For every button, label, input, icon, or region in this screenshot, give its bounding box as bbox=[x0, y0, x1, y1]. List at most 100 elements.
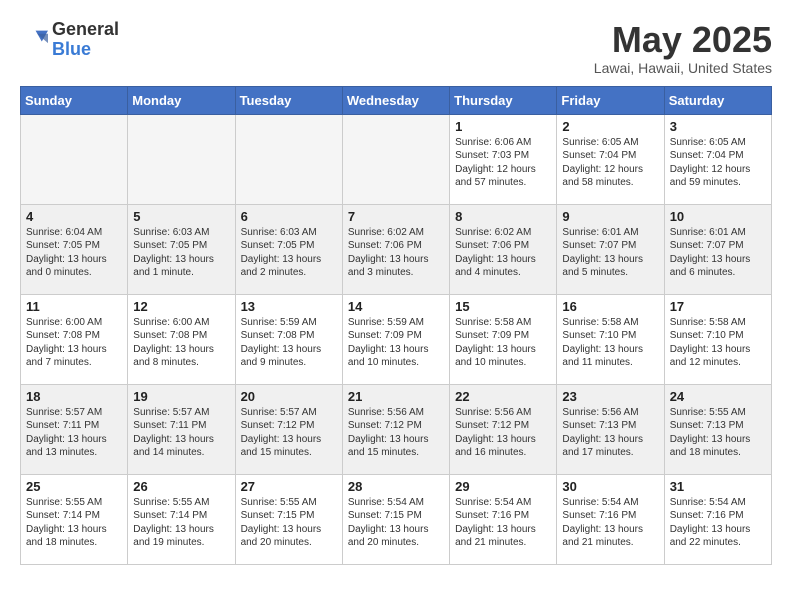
calendar-cell: 15 Sunrise: 5:58 AM Sunset: 7:09 PM Dayli… bbox=[450, 294, 557, 384]
calendar-week-2: 4 Sunrise: 6:04 AM Sunset: 7:05 PM Daylig… bbox=[21, 204, 772, 294]
calendar-cell: 31 Sunrise: 5:54 AM Sunset: 7:16 PM Dayli… bbox=[664, 474, 771, 564]
day-number: 6 bbox=[241, 209, 337, 224]
calendar-cell: 12 Sunrise: 6:00 AM Sunset: 7:08 PM Dayli… bbox=[128, 294, 235, 384]
day-info: Sunrise: 6:01 AM Sunset: 7:07 PM Dayligh… bbox=[562, 226, 658, 280]
logo-icon bbox=[20, 26, 48, 54]
calendar-cell: 25Sunrise: 5:55 AM Sunset: 7:14 PM Dayli… bbox=[21, 474, 128, 564]
calendar-cell: 23 Sunrise: 5:56 AM Sunset: 7:13 PM Dayli… bbox=[557, 384, 664, 474]
location: Lawai, Hawaii, United States bbox=[594, 60, 772, 76]
day-number: 26 bbox=[133, 479, 229, 494]
calendar-cell: 26 Sunrise: 5:55 AM Sunset: 7:14 PM Dayli… bbox=[128, 474, 235, 564]
day-number: 17 bbox=[670, 299, 766, 314]
day-info: Sunrise: 5:56 AM Sunset: 7:13 PM Dayligh… bbox=[562, 406, 658, 460]
day-info: Sunrise: 5:55 AM Sunset: 7:15 PM Dayligh… bbox=[241, 496, 337, 550]
day-info: Sunrise: 5:54 AM Sunset: 7:15 PM Dayligh… bbox=[348, 496, 444, 550]
logo: General Blue bbox=[20, 20, 119, 60]
calendar-cell: 27 Sunrise: 5:55 AM Sunset: 7:15 PM Dayli… bbox=[235, 474, 342, 564]
weekday-header-saturday: Saturday bbox=[664, 86, 771, 114]
weekday-header-thursday: Thursday bbox=[450, 86, 557, 114]
logo-general: General bbox=[52, 20, 119, 40]
calendar-cell: 11Sunrise: 6:00 AM Sunset: 7:08 PM Dayli… bbox=[21, 294, 128, 384]
calendar-cell: 4 Sunrise: 6:04 AM Sunset: 7:05 PM Daylig… bbox=[21, 204, 128, 294]
day-info: Sunrise: 6:06 AM Sunset: 7:03 PM Dayligh… bbox=[455, 136, 551, 190]
day-info: Sunrise: 6:00 AM Sunset: 7:08 PM Dayligh… bbox=[133, 316, 229, 370]
day-number: 28 bbox=[348, 479, 444, 494]
day-number: 31 bbox=[670, 479, 766, 494]
day-number: 8 bbox=[455, 209, 551, 224]
day-number: 16 bbox=[562, 299, 658, 314]
calendar-cell: 7Sunrise: 6:02 AM Sunset: 7:06 PM Daylig… bbox=[342, 204, 449, 294]
day-number: 3 bbox=[670, 119, 766, 134]
day-info: Sunrise: 5:56 AM Sunset: 7:12 PM Dayligh… bbox=[348, 406, 444, 460]
calendar-cell: 8 Sunrise: 6:02 AM Sunset: 7:06 PM Daylig… bbox=[450, 204, 557, 294]
day-info: Sunrise: 5:58 AM Sunset: 7:10 PM Dayligh… bbox=[562, 316, 658, 370]
day-number: 4 bbox=[26, 209, 122, 224]
day-number: 10 bbox=[670, 209, 766, 224]
calendar-cell: 6 Sunrise: 6:03 AM Sunset: 7:05 PM Daylig… bbox=[235, 204, 342, 294]
day-number: 12 bbox=[133, 299, 229, 314]
day-info: Sunrise: 6:03 AM Sunset: 7:05 PM Dayligh… bbox=[241, 226, 337, 280]
day-info: Sunrise: 5:54 AM Sunset: 7:16 PM Dayligh… bbox=[670, 496, 766, 550]
day-number: 24 bbox=[670, 389, 766, 404]
calendar-cell: 2Sunrise: 6:05 AM Sunset: 7:04 PM Daylig… bbox=[557, 114, 664, 204]
day-info: Sunrise: 5:54 AM Sunset: 7:16 PM Dayligh… bbox=[455, 496, 551, 550]
day-info: Sunrise: 5:55 AM Sunset: 7:14 PM Dayligh… bbox=[26, 496, 122, 550]
calendar-cell: 13 Sunrise: 5:59 AM Sunset: 7:08 PM Dayli… bbox=[235, 294, 342, 384]
day-number: 20 bbox=[241, 389, 337, 404]
day-info: Sunrise: 5:58 AM Sunset: 7:10 PM Dayligh… bbox=[670, 316, 766, 370]
weekday-header-friday: Friday bbox=[557, 86, 664, 114]
day-number: 9 bbox=[562, 209, 658, 224]
day-number: 5 bbox=[133, 209, 229, 224]
day-number: 13 bbox=[241, 299, 337, 314]
weekday-header-tuesday: Tuesday bbox=[235, 86, 342, 114]
day-info: Sunrise: 5:58 AM Sunset: 7:09 PM Dayligh… bbox=[455, 316, 551, 370]
day-number: 30 bbox=[562, 479, 658, 494]
day-info: Sunrise: 6:04 AM Sunset: 7:05 PM Dayligh… bbox=[26, 226, 122, 280]
month-title: May 2025 bbox=[594, 20, 772, 60]
day-info: Sunrise: 5:59 AM Sunset: 7:08 PM Dayligh… bbox=[241, 316, 337, 370]
calendar-cell: 10Sunrise: 6:01 AM Sunset: 7:07 PM Dayli… bbox=[664, 204, 771, 294]
day-number: 2 bbox=[562, 119, 658, 134]
day-number: 15 bbox=[455, 299, 551, 314]
calendar-cell: 22Sunrise: 5:56 AM Sunset: 7:12 PM Dayli… bbox=[450, 384, 557, 474]
day-info: Sunrise: 5:54 AM Sunset: 7:16 PM Dayligh… bbox=[562, 496, 658, 550]
calendar-cell: 24 Sunrise: 5:55 AM Sunset: 7:13 PM Dayli… bbox=[664, 384, 771, 474]
day-number: 1 bbox=[455, 119, 551, 134]
weekday-header-wednesday: Wednesday bbox=[342, 86, 449, 114]
calendar-cell bbox=[342, 114, 449, 204]
calendar-cell: 14 Sunrise: 5:59 AM Sunset: 7:09 PM Dayli… bbox=[342, 294, 449, 384]
day-info: Sunrise: 5:57 AM Sunset: 7:12 PM Dayligh… bbox=[241, 406, 337, 460]
day-info: Sunrise: 6:02 AM Sunset: 7:06 PM Dayligh… bbox=[455, 226, 551, 280]
calendar-cell: 1 Sunrise: 6:06 AM Sunset: 7:03 PM Daylig… bbox=[450, 114, 557, 204]
day-info: Sunrise: 5:56 AM Sunset: 7:12 PM Dayligh… bbox=[455, 406, 551, 460]
calendar-cell: 9 Sunrise: 6:01 AM Sunset: 7:07 PM Daylig… bbox=[557, 204, 664, 294]
day-number: 14 bbox=[348, 299, 444, 314]
calendar-week-1: 1 Sunrise: 6:06 AM Sunset: 7:03 PM Daylig… bbox=[21, 114, 772, 204]
calendar-cell: 19Sunrise: 5:57 AM Sunset: 7:11 PM Dayli… bbox=[128, 384, 235, 474]
day-info: Sunrise: 5:55 AM Sunset: 7:13 PM Dayligh… bbox=[670, 406, 766, 460]
day-number: 18 bbox=[26, 389, 122, 404]
weekday-header-monday: Monday bbox=[128, 86, 235, 114]
calendar-cell: 30 Sunrise: 5:54 AM Sunset: 7:16 PM Dayli… bbox=[557, 474, 664, 564]
calendar-cell bbox=[235, 114, 342, 204]
calendar-cell: 18Sunrise: 5:57 AM Sunset: 7:11 PM Dayli… bbox=[21, 384, 128, 474]
calendar-cell: 20 Sunrise: 5:57 AM Sunset: 7:12 PM Dayli… bbox=[235, 384, 342, 474]
day-number: 23 bbox=[562, 389, 658, 404]
calendar-week-5: 25Sunrise: 5:55 AM Sunset: 7:14 PM Dayli… bbox=[21, 474, 772, 564]
day-number: 11 bbox=[26, 299, 122, 314]
weekday-header-row: SundayMondayTuesdayWednesdayThursdayFrid… bbox=[21, 86, 772, 114]
calendar-cell: 29Sunrise: 5:54 AM Sunset: 7:16 PM Dayli… bbox=[450, 474, 557, 564]
weekday-header-sunday: Sunday bbox=[21, 86, 128, 114]
day-info: Sunrise: 5:59 AM Sunset: 7:09 PM Dayligh… bbox=[348, 316, 444, 370]
calendar-week-3: 11 Sunrise: 6:00 AM Sunset: 7:08 PM Dayli… bbox=[21, 294, 772, 384]
page-header: General Blue May 2025 Lawai, Hawaii, Uni… bbox=[20, 20, 772, 76]
day-number: 21 bbox=[348, 389, 444, 404]
calendar-week-4: 18Sunrise: 5:57 AM Sunset: 7:11 PM Dayli… bbox=[21, 384, 772, 474]
logo-text: General Blue bbox=[52, 20, 119, 60]
day-number: 27 bbox=[241, 479, 337, 494]
day-info: Sunrise: 5:55 AM Sunset: 7:14 PM Dayligh… bbox=[133, 496, 229, 550]
calendar-cell: 5Sunrise: 6:03 AM Sunset: 7:05 PM Daylig… bbox=[128, 204, 235, 294]
day-number: 19 bbox=[133, 389, 229, 404]
day-number: 7 bbox=[348, 209, 444, 224]
title-block: May 2025 Lawai, Hawaii, United States bbox=[594, 20, 772, 76]
